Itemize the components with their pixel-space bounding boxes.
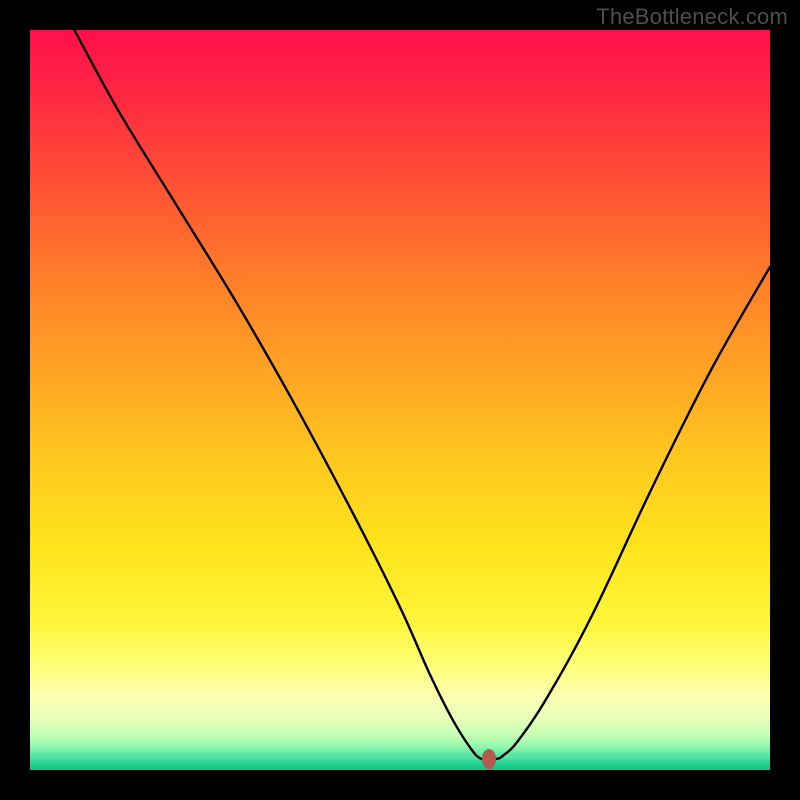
chart-frame: TheBottleneck.com	[0, 0, 800, 800]
watermark-text: TheBottleneck.com	[596, 4, 788, 30]
curve-svg	[30, 30, 770, 770]
plot-area	[30, 30, 770, 770]
bottleneck-curve	[74, 30, 770, 760]
optimal-point-marker	[482, 749, 496, 769]
